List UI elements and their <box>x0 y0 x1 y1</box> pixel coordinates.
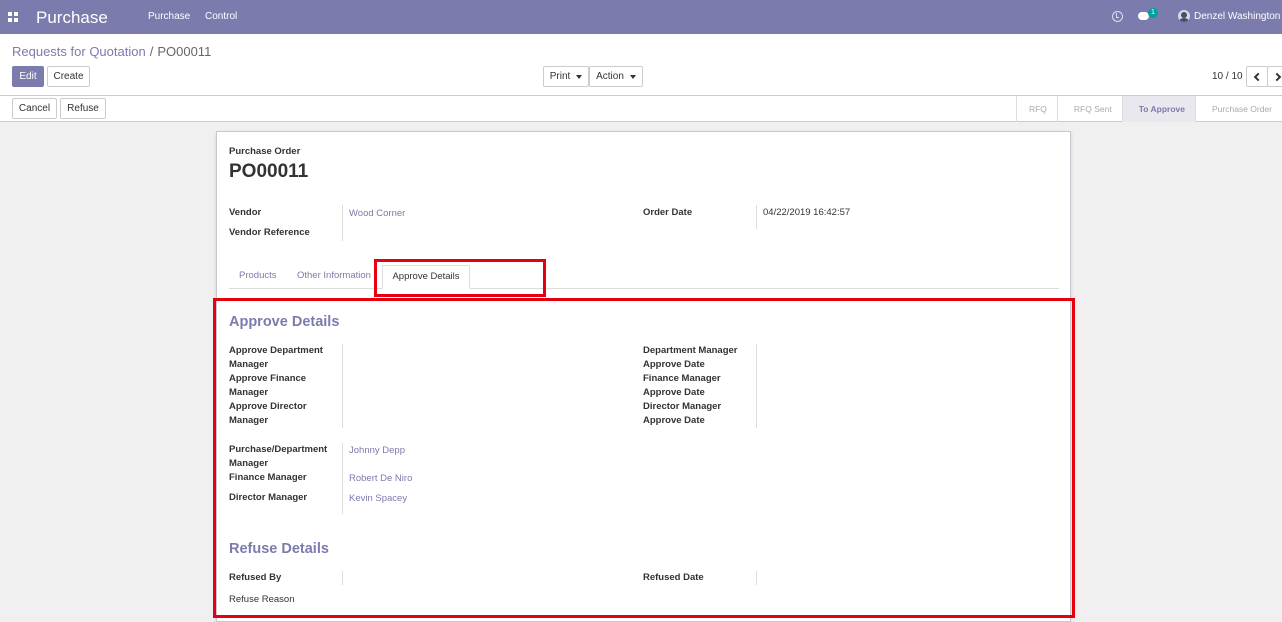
user-menu[interactable]: Denzel Washington <box>1194 11 1280 22</box>
vendor-value[interactable]: Wood Corner <box>349 207 405 221</box>
stage-rfq-sent[interactable]: RFQ Sent <box>1056 96 1122 122</box>
chat-count-badge: 1 <box>1148 8 1158 18</box>
breadcrumb-current: PO00011 <box>157 44 212 59</box>
app-brand: Purchase <box>36 8 108 27</box>
caret-down-icon <box>629 74 636 79</box>
print-label: Print <box>549 71 571 82</box>
status-stages: RFQ RFQ Sent To Approve Purchase Order <box>1015 96 1282 122</box>
top-navbar: Purchase Purchase Control 1 Denzel Washi… <box>0 0 1282 34</box>
create-button[interactable]: Create <box>47 66 90 87</box>
section-highlight-box <box>213 298 1075 618</box>
tab-other-information[interactable]: Other Information <box>297 270 371 281</box>
pager-value[interactable]: 10 / 10 <box>1212 71 1243 82</box>
field-divider <box>756 205 757 229</box>
breadcrumb-separator: / <box>149 44 154 59</box>
order-date-label: Order Date <box>643 207 693 218</box>
activity-clock-icon[interactable] <box>1112 11 1123 22</box>
user-avatar[interactable] <box>1178 10 1190 22</box>
chevron-right-icon <box>1272 72 1282 81</box>
action-dropdown[interactable]: Action <box>589 66 643 87</box>
order-date-value[interactable]: 04/22/2019 16:42:57 <box>763 207 850 218</box>
doc-type-label: Purchase Order <box>229 146 301 157</box>
action-label: Action <box>596 71 624 82</box>
form-statusbar: Cancel Refuse RFQ RFQ Sent To Approve Pu… <box>0 96 1282 122</box>
control-panel: Requests for Quotation / PO00011 Edit Crea… <box>0 34 1282 96</box>
breadcrumb: Requests for Quotation / PO00011 <box>12 44 211 59</box>
apps-menu-icon[interactable] <box>8 12 18 22</box>
tabs-divider <box>229 288 1059 289</box>
refuse-button[interactable]: Refuse <box>60 98 106 119</box>
stage-rfq[interactable]: RFQ <box>1015 96 1057 122</box>
stage-purchase-order[interactable]: Purchase Order <box>1195 96 1282 122</box>
caret-down-icon <box>576 74 583 79</box>
chevron-left-icon <box>1253 72 1263 81</box>
breadcrumb-parent-link[interactable]: Requests for Quotation <box>12 44 146 59</box>
menu-item-control[interactable]: Control <box>205 11 237 22</box>
edit-button[interactable]: Edit <box>12 66 44 87</box>
cancel-button[interactable]: Cancel <box>12 98 57 119</box>
doc-name: PO00011 <box>229 161 309 182</box>
pager-next-button[interactable] <box>1267 66 1282 87</box>
vendor-reference-label: Vendor Reference <box>229 227 310 238</box>
tab-highlight-box <box>374 259 546 297</box>
vendor-label: Vendor <box>229 207 262 218</box>
print-dropdown[interactable]: Print <box>543 66 589 87</box>
field-divider <box>342 205 343 241</box>
menu-item-purchase[interactable]: Purchase <box>148 11 190 22</box>
tab-products[interactable]: Products <box>239 270 277 281</box>
pager-previous-button[interactable] <box>1246 66 1268 87</box>
stage-to-approve[interactable]: To Approve <box>1121 96 1195 122</box>
